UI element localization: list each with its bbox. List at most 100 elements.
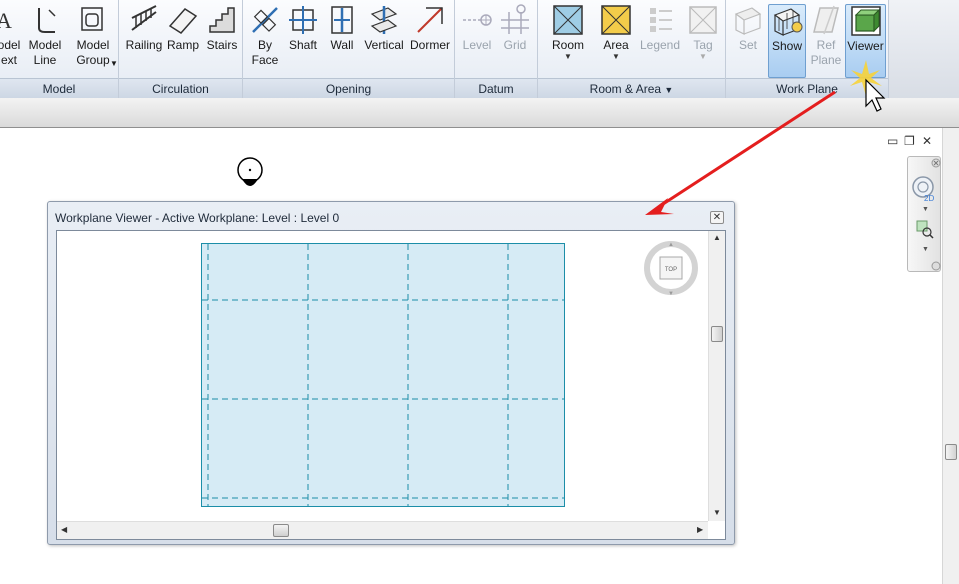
panel-title-room-area[interactable]: Room & Area ▼	[538, 78, 725, 98]
view-minimize-button[interactable]: ▭	[887, 134, 898, 148]
level-label: Level	[462, 38, 492, 52]
svg-text:▼: ▼	[922, 246, 929, 253]
svg-text:▲: ▲	[668, 242, 674, 248]
by-face-label: By Face	[251, 38, 279, 67]
ramp-button[interactable]: Ramp	[166, 4, 200, 53]
ref-plane-button[interactable]: Ref Plane	[808, 4, 844, 68]
viewer-vertical-scrollbar[interactable]: ▲ ▼	[708, 231, 725, 521]
shaft-button[interactable]: Shaft	[285, 4, 321, 53]
viewer-button[interactable]: Viewer	[845, 4, 886, 78]
ribbon-empty-area	[889, 0, 959, 98]
stairs-label: Stairs	[206, 38, 238, 52]
tag-icon	[689, 6, 717, 34]
by-face-icon	[252, 7, 278, 33]
railing-button[interactable]: Railing	[124, 4, 164, 53]
steering-wheel-icon[interactable]: 2D	[912, 176, 934, 203]
by-face-button[interactable]: By Face	[247, 4, 283, 68]
viewer-canvas[interactable]: TOP ▲ ▼	[57, 231, 708, 521]
model-line-label: Model Line	[28, 38, 62, 67]
zoom-icon[interactable]	[916, 220, 934, 239]
panel-circulation: Railing Ramp Stairs Circulation	[119, 0, 243, 98]
ramp-icon	[168, 8, 198, 34]
grid-button[interactable]: Grid	[497, 4, 533, 53]
shaft-icon	[289, 6, 317, 34]
navbar-close-icon[interactable]	[931, 158, 941, 168]
model-group-label: Model Group	[76, 38, 110, 67]
viewer-icon	[850, 6, 881, 36]
model-text-button[interactable]: A odel ext	[0, 4, 24, 68]
legend-button[interactable]: Legend	[638, 4, 682, 53]
panel-title-work-plane: Work Plane	[726, 78, 888, 98]
viewcube-icon[interactable]: TOP ▲ ▼	[643, 240, 699, 296]
drawing-scroll-thumb[interactable]	[945, 444, 957, 460]
workplane-grid	[202, 244, 564, 506]
railing-label: Railing	[125, 38, 163, 52]
stairs-button[interactable]: Stairs	[203, 4, 241, 53]
model-group-icon	[81, 7, 103, 31]
navigation-bar: 2D ▼ ▼	[907, 156, 941, 272]
model-line-icon	[38, 8, 56, 33]
viewer-vscroll-thumb[interactable]	[711, 326, 723, 342]
area-button[interactable]: Area ▼	[594, 4, 638, 61]
show-label: Show	[771, 39, 803, 53]
dialog-title: Workplane Viewer - Active Workplane: Lev…	[55, 211, 340, 225]
tag-label: Tag	[693, 38, 713, 52]
panel-title-model: Model	[0, 78, 118, 98]
svg-text:▼: ▼	[922, 206, 929, 213]
railing-icon	[131, 5, 157, 31]
area-label: Area	[603, 38, 629, 52]
view-tab-strip	[0, 98, 959, 128]
level-button[interactable]: Level	[459, 4, 495, 53]
ramp-label: Ramp	[166, 38, 199, 52]
model-line-button[interactable]: Model Line	[26, 4, 64, 68]
panel-opening: By Face Shaft Wall Vertical Dormer Openi…	[243, 0, 455, 98]
workplane-viewer-dialog: Workplane Viewer - Active Workplane: Lev…	[47, 201, 735, 545]
legend-label: Legend	[639, 38, 681, 52]
wall-opening-label: Wall	[330, 38, 354, 52]
model-text-icon: A	[0, 8, 12, 33]
vertical-opening-button[interactable]: Vertical	[363, 4, 405, 53]
wall-opening-icon	[331, 6, 353, 34]
show-icon	[773, 8, 803, 36]
model-text-label: odel ext	[0, 38, 21, 67]
level-icon	[463, 14, 492, 26]
dialog-close-button[interactable]: ✕	[710, 211, 724, 224]
ref-plane-label: Ref Plane	[810, 38, 842, 67]
drawing-vertical-scrollbar[interactable]	[942, 128, 959, 584]
room-button[interactable]: Room ▼	[546, 4, 590, 61]
panel-title-datum: Datum	[455, 78, 537, 98]
view-close-button[interactable]: ✕	[922, 134, 932, 148]
panel-datum: Level Grid Datum	[455, 0, 538, 98]
set-button[interactable]: Set	[730, 4, 766, 53]
dormer-label: Dormer	[409, 38, 450, 52]
room-area-title-label: Room & Area	[589, 82, 662, 96]
show-button[interactable]: Show	[768, 4, 806, 78]
panel-room-area: Room ▼ Area ▼ Legend Tag ▼ Room & Area ▼	[538, 0, 726, 98]
svg-text:2D: 2D	[924, 194, 934, 203]
dialog-viewport: TOP ▲ ▼ ▲ ▼ ◀ ▶	[56, 230, 726, 540]
wall-opening-button[interactable]: Wall	[325, 4, 359, 53]
dormer-button[interactable]: Dormer	[407, 4, 453, 53]
set-icon	[734, 7, 762, 35]
viewer-label: Viewer	[847, 39, 884, 53]
set-label: Set	[738, 38, 757, 52]
tag-button[interactable]: Tag ▼	[684, 4, 722, 61]
viewer-hscroll-thumb[interactable]	[273, 524, 289, 537]
view-restore-button[interactable]: ❐	[904, 134, 915, 148]
panel-model: A odel ext Model Line Model Group ▼ Mode…	[0, 0, 119, 98]
svg-text:A: A	[0, 8, 12, 33]
revit-window: A odel ext Model Line Model Group ▼ Mode…	[0, 0, 959, 584]
room-area-dropdown-icon: ▼	[664, 85, 674, 95]
viewer-horizontal-scrollbar[interactable]: ◀ ▶	[57, 521, 708, 539]
panel-title-opening: Opening	[243, 78, 454, 98]
stairs-icon	[209, 7, 235, 33]
grid-icon	[501, 4, 529, 34]
vertical-opening-icon	[370, 6, 398, 34]
panel-work-plane: Set Show Ref Plane Viewer Work Plane	[726, 0, 889, 98]
grid-label: Grid	[503, 38, 527, 52]
svg-text:▼: ▼	[668, 291, 674, 296]
vertical-opening-label: Vertical	[364, 38, 404, 52]
level-head-icon	[237, 157, 263, 186]
ref-plane-icon	[813, 5, 839, 35]
model-group-button[interactable]: Model Group ▼	[70, 4, 118, 68]
